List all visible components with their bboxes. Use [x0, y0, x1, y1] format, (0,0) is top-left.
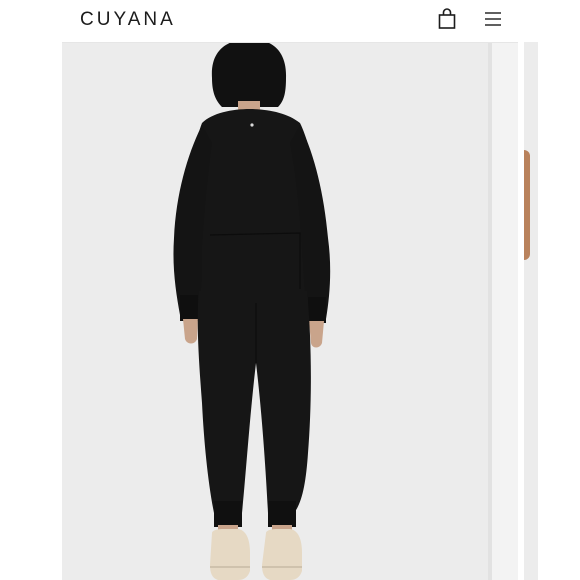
right-margin	[518, 0, 580, 580]
left-margin	[0, 0, 62, 580]
site-header: CUYANA	[62, 0, 518, 43]
adjacent-slide[interactable]	[524, 42, 538, 580]
next-image-peek[interactable]	[492, 43, 518, 580]
model-right-hand	[309, 321, 324, 348]
hamburger-menu-icon[interactable]	[483, 9, 503, 29]
product-image[interactable]	[62, 43, 488, 580]
brand-logo[interactable]: CUYANA	[80, 9, 176, 31]
model-right-sneaker	[262, 529, 302, 580]
adjacent-slide-accent	[524, 150, 530, 260]
shopping-bag-icon[interactable]	[437, 8, 457, 30]
model-hair	[211, 43, 287, 107]
model-left-sneaker	[210, 529, 250, 580]
app-viewport: CUYANA	[62, 0, 518, 580]
screenshot-frame: CUYANA	[0, 0, 580, 580]
